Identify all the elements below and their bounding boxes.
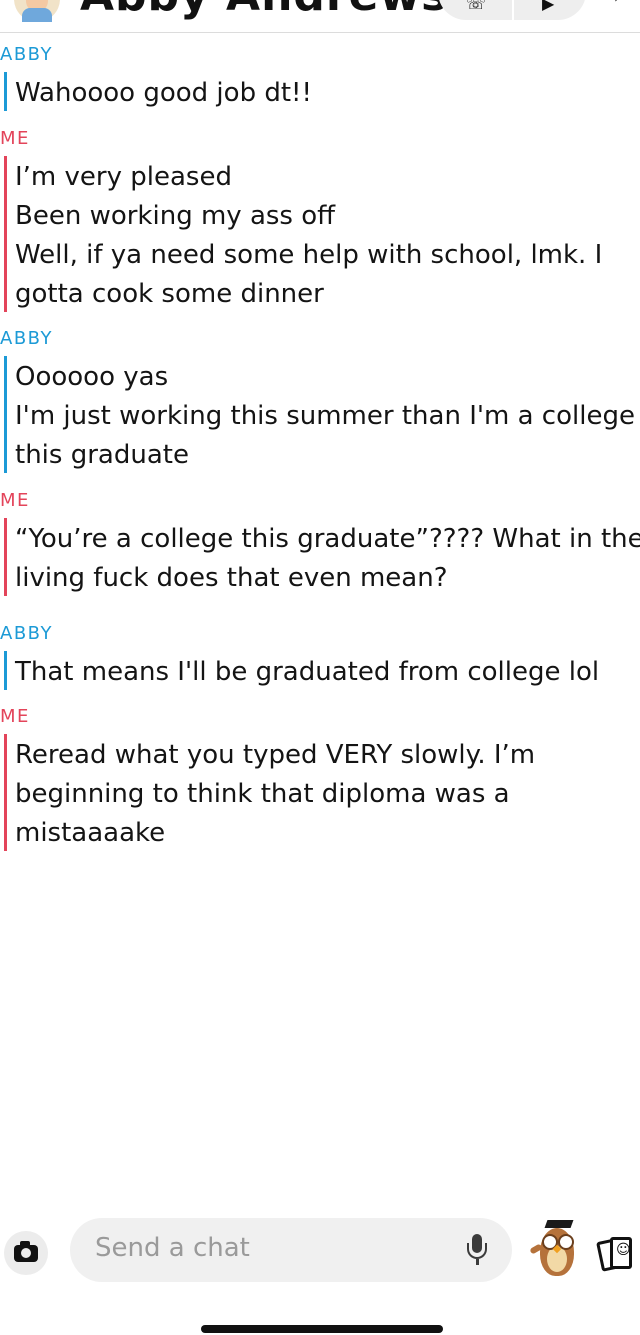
message-line: I’m very pleased — [15, 162, 232, 192]
home-indicator[interactable] — [201, 1325, 443, 1333]
sender-label: ABBY — [0, 328, 54, 349]
phone-icon: ☏ — [466, 0, 487, 13]
audio-call-button[interactable]: ☏ — [438, 0, 512, 20]
message-text: Reread what you typed VERY slowly. I’m be… — [15, 736, 535, 853]
message-accent-bar — [4, 518, 7, 596]
chat-composer: Send a chat ☺ — [0, 1210, 640, 1290]
message-line: Been working my ass off — [15, 201, 336, 231]
message-line: That means I'll be graduated from colleg… — [15, 657, 600, 687]
message-line: gotta cook some dinner — [15, 279, 324, 309]
sender-label: ME — [0, 490, 30, 511]
avatar[interactable] — [14, 0, 60, 22]
message-accent-bar — [4, 72, 7, 111]
message-line: “You’re a college this graduate”???? Wha… — [15, 524, 640, 554]
sender-label: ME — [0, 128, 30, 149]
chat-input[interactable]: Send a chat — [70, 1218, 512, 1282]
message-line: Well, if ya need some help with school, … — [15, 240, 603, 270]
message-line: mistaaaake — [15, 818, 166, 848]
video-call-button[interactable]: ▶ — [512, 0, 588, 20]
message-accent-bar — [4, 156, 7, 312]
message-text: That means I'll be graduated from colleg… — [15, 653, 599, 692]
message-line: Reread what you typed VERY slowly. I’m — [15, 740, 536, 770]
sender-label: ABBY — [0, 623, 54, 644]
camera-lens — [21, 1248, 31, 1258]
cards-icon[interactable]: ☺ — [596, 1235, 632, 1272]
message-accent-bar — [4, 651, 7, 690]
camera-button[interactable] — [4, 1231, 48, 1275]
message-accent-bar — [4, 356, 7, 473]
graduate-owl-bitmoji-icon[interactable] — [528, 1220, 580, 1286]
call-button-group: ☏ ▶ — [438, 0, 586, 20]
contact-name[interactable]: Abby Andrews — [80, 0, 448, 21]
message-line: living fuck does that even mean? — [15, 563, 448, 593]
microphone-icon[interactable] — [466, 1234, 488, 1268]
message-text: Wahoooo good job dt!! — [15, 74, 312, 113]
chevron-right-icon[interactable]: › — [612, 0, 626, 13]
message-line: Oooooo yas — [15, 362, 169, 392]
chat-input-placeholder: Send a chat — [95, 1233, 250, 1263]
video-icon: ▶ — [542, 0, 555, 13]
message-text: “You’re a college this graduate”???? Wha… — [15, 520, 640, 598]
message-line: beginning to think that diploma was a — [15, 779, 510, 809]
avatar-shirt — [22, 8, 52, 22]
sender-label: ME — [0, 706, 30, 727]
message-line: I'm just working this summer than I'm a … — [15, 401, 635, 431]
sender-label: ABBY — [0, 44, 54, 65]
message-line: this graduate — [15, 440, 189, 470]
message-accent-bar — [4, 734, 7, 851]
message-text: Oooooo yas I'm just working this summer t… — [15, 358, 635, 475]
red-heart-emoji-icon: ❤ — [334, 0, 352, 5]
message-text: I’m very pleased Been working my ass off W… — [15, 158, 602, 314]
message-line: Wahoooo good job dt!! — [15, 78, 312, 108]
chat-header: Abby Andrews ❤ ☏ ▶ › — [0, 0, 640, 33]
